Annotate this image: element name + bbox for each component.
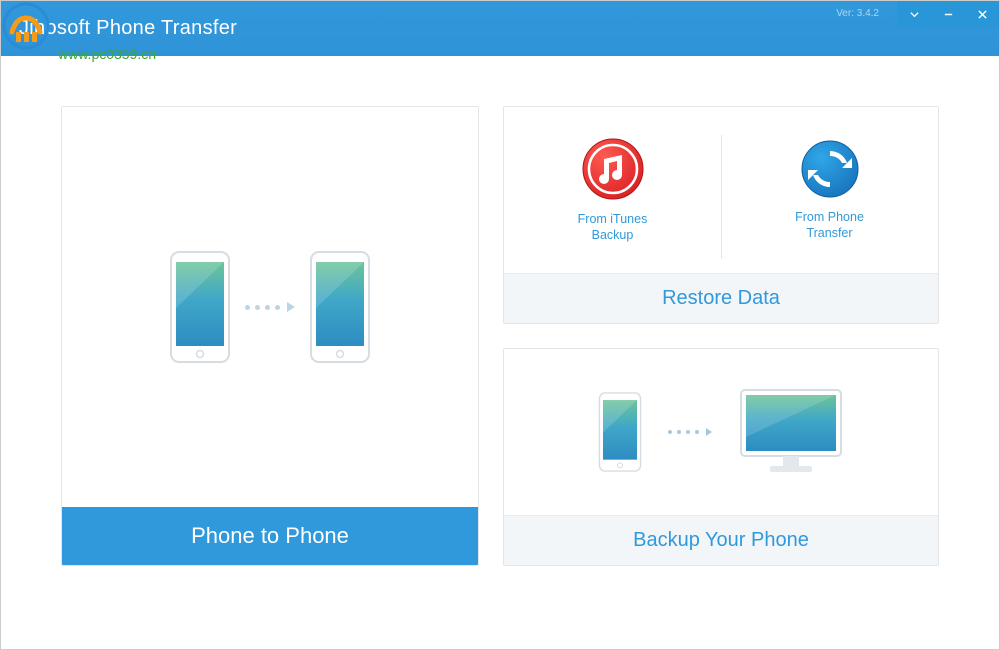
window-controls bbox=[897, 1, 999, 28]
restore-body: From iTunes Backup bbox=[504, 107, 938, 273]
restore-from-transfer[interactable]: From Phone Transfer bbox=[721, 107, 938, 273]
phone-left-icon bbox=[169, 250, 231, 364]
phone-right-icon bbox=[309, 250, 371, 364]
backup-body bbox=[504, 349, 938, 515]
itunes-icon bbox=[581, 137, 645, 201]
minimize-button[interactable] bbox=[931, 1, 965, 28]
phone-to-phone-art bbox=[62, 107, 478, 507]
version-label: Ver: 3.4.2 bbox=[836, 8, 879, 19]
restore-from-itunes[interactable]: From iTunes Backup bbox=[504, 107, 721, 273]
dropdown-button[interactable] bbox=[897, 1, 931, 28]
minimize-icon bbox=[943, 9, 954, 20]
chevron-down-icon bbox=[909, 9, 920, 20]
phone-small-icon bbox=[598, 391, 642, 473]
restore-data-card[interactable]: From iTunes Backup bbox=[503, 106, 939, 324]
monitor-icon bbox=[738, 387, 844, 477]
backup-phone-card[interactable]: Backup Your Phone bbox=[503, 348, 939, 566]
titlebar: Jihosoft Phone Transfer Ver: 3.4.2 bbox=[1, 1, 999, 56]
transfer-arrow-icon bbox=[245, 302, 295, 312]
backup-arrow-icon bbox=[668, 428, 712, 436]
app-title: Jihosoft Phone Transfer bbox=[19, 17, 237, 40]
sync-icon bbox=[800, 139, 860, 199]
restore-transfer-label: From Phone Transfer bbox=[795, 209, 864, 242]
right-column: From iTunes Backup bbox=[503, 106, 939, 566]
phone-to-phone-title: Phone to Phone bbox=[62, 507, 478, 565]
close-button[interactable] bbox=[965, 1, 999, 28]
main-content: Phone to Phone bbox=[1, 56, 999, 596]
backup-title: Backup Your Phone bbox=[504, 515, 938, 565]
restore-title: Restore Data bbox=[504, 273, 938, 323]
phone-to-phone-card[interactable]: Phone to Phone bbox=[61, 106, 479, 566]
close-icon bbox=[977, 9, 988, 20]
restore-itunes-label: From iTunes Backup bbox=[578, 211, 648, 244]
